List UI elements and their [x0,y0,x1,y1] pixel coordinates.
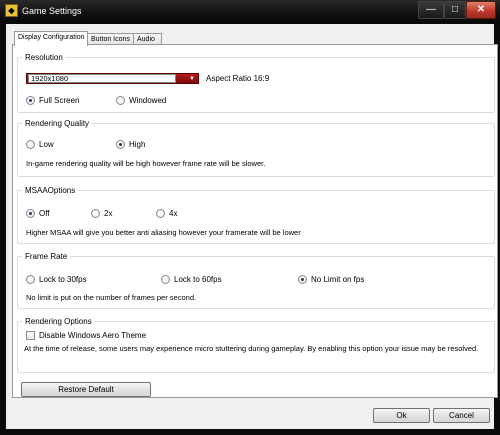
rendering-options-group-title: Rendering Options [22,316,95,327]
frame-rate-description: No limit is put on the number of frames … [26,293,197,302]
minimize-button[interactable]: — [418,1,444,19]
display-configuration-page: Resolution 1920x1080 ▼ Aspect Ratio 16:9… [12,44,498,398]
resolution-selected-value: 1920x1080 [28,74,176,83]
quality-low-label[interactable]: Low [39,140,54,150]
disable-aero-checkbox[interactable] [26,331,35,340]
full-screen-label[interactable]: Full Screen [39,96,79,106]
msaa-description: Higher MSAA will give you better anti al… [26,228,301,237]
full-screen-radio[interactable] [26,96,35,105]
resolution-group: Resolution 1920x1080 ▼ Aspect Ratio 16:9… [17,52,495,113]
fps-unlimited-radio[interactable] [298,275,307,284]
msaa-off-radio[interactable] [26,209,35,218]
fps-60-radio[interactable] [161,275,170,284]
frame-rate-group-title: Frame Rate [22,251,71,262]
aspect-ratio-label: Aspect Ratio 16:9 [206,74,270,83]
restore-default-button[interactable]: Restore Default [21,382,151,397]
tab-display-configuration[interactable]: Display Configuration [14,31,88,46]
rendering-options-group: Rendering Options Disable Windows Aero T… [17,316,495,373]
game-settings-window: ◆ Game Settings — □ ✕ Display Configurat… [0,0,500,435]
windowed-radio[interactable] [116,96,125,105]
fps-30-label[interactable]: Lock to 30fps [39,275,87,285]
resolution-group-title: Resolution [22,52,66,63]
window-title: Game Settings [22,6,82,16]
fps-30-radio[interactable] [26,275,35,284]
quality-description: In-game rendering quality will be high h… [26,159,266,168]
frame-rate-group: Frame Rate Lock to 30fps Lock to 60fps N… [17,251,495,309]
title-bar[interactable]: ◆ Game Settings — □ ✕ [0,0,500,22]
msaa-4x-label[interactable]: 4x [169,209,177,219]
msaa-off-label[interactable]: Off [39,209,50,219]
ok-button[interactable]: Ok [373,408,430,423]
msaa-2x-radio[interactable] [91,209,100,218]
rendering-quality-group-title: Rendering Quality [22,118,93,129]
cancel-button[interactable]: Cancel [433,408,490,423]
msaa-group-title: MSAAOptions [22,185,79,196]
game-logo-icon: ◆ [5,4,18,17]
resolution-dropdown[interactable]: 1920x1080 ▼ [26,73,199,84]
rendering-quality-group: Rendering Quality Low High In-game rende… [17,118,495,177]
rendering-options-description: At the time of release, some users may e… [24,344,479,353]
maximize-button[interactable]: □ [444,1,466,19]
msaa-2x-label[interactable]: 2x [104,209,112,219]
quality-low-radio[interactable] [26,140,35,149]
close-button[interactable]: ✕ [466,1,496,19]
fps-unlimited-label[interactable]: No Limit on fps [311,275,364,285]
quality-high-label[interactable]: High [129,140,145,150]
dialog-client-area: Display Configuration Button Icons Audio… [6,24,498,429]
msaa-4x-radio[interactable] [156,209,165,218]
windowed-label[interactable]: Windowed [129,96,166,106]
msaa-group: MSAAOptions Off 2x 4x Higher MSAA will g… [17,185,495,244]
quality-high-radio[interactable] [116,140,125,149]
fps-60-label[interactable]: Lock to 60fps [174,275,222,285]
disable-aero-label[interactable]: Disable Windows Aero Theme [39,331,146,341]
chevron-down-icon[interactable]: ▼ [189,76,195,82]
